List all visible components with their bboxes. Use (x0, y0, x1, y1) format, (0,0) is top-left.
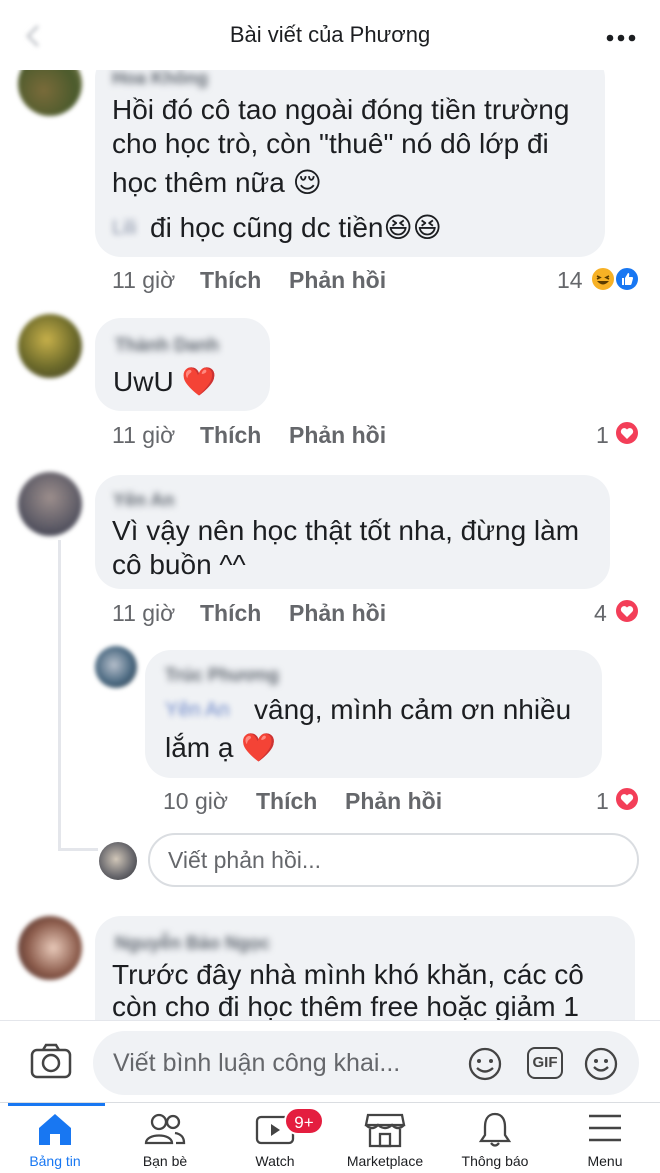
reaction-count[interactable]: 14 (557, 267, 583, 294)
like-button[interactable]: Thích (200, 600, 261, 627)
like-button[interactable]: Thích (256, 788, 317, 815)
reaction-count[interactable]: 1 (596, 788, 609, 815)
avatar (99, 842, 137, 880)
like-button[interactable]: Thích (200, 267, 261, 294)
comment-time: 11 giờ (112, 422, 176, 448)
avatar[interactable] (18, 472, 82, 536)
reaction-count[interactable]: 4 (594, 600, 607, 627)
sticker-icon[interactable] (466, 1045, 504, 1088)
avatar[interactable] (18, 916, 82, 980)
tab-label: Watch (255, 1153, 295, 1169)
comment-time: 11 giờ (112, 267, 176, 293)
friends-icon (143, 1111, 187, 1152)
marketplace-icon (364, 1111, 406, 1154)
tab-marketplace[interactable]: Marketplace (330, 1103, 440, 1173)
comment-placeholder: Viết bình luận công khai... (113, 1049, 401, 1077)
comment-time: 10 giờ (163, 788, 228, 814)
comment-text-line: UwU ❤️ (113, 366, 217, 397)
like-button[interactable]: Thích (200, 422, 261, 449)
emoji-icon[interactable] (582, 1045, 620, 1088)
comment-text-line: cho học trò, còn "thuê" nó dô lớp đi (112, 128, 549, 159)
tab-label: Bạn bè (142, 1153, 188, 1169)
comment-input[interactable]: Viết bình luận công khai... GIF (93, 1031, 639, 1095)
mention-link[interactable]: Yên An (165, 690, 230, 730)
like-reaction-icon (614, 266, 640, 292)
reply-text-line: lắm ạ ❤️ (165, 732, 277, 763)
comment-composer: Viết bình luận công khai... GIF (0, 1020, 660, 1102)
mention-link[interactable]: Lili (112, 208, 136, 248)
tab-notifications[interactable]: Thông báo (440, 1103, 550, 1173)
reply-button[interactable]: Phản hồi (345, 788, 442, 815)
heart-reaction-icon (614, 598, 640, 624)
tab-label: Menu (587, 1153, 623, 1169)
tab-friends[interactable]: Bạn bè (110, 1103, 220, 1173)
menu-icon (586, 1111, 624, 1150)
commenter-name[interactable]: Yên An (113, 490, 174, 511)
comment-text-line: đi học cũng dc tiền😆😆 (150, 212, 442, 243)
comment-text-line: cô buồn ^^ (112, 549, 246, 580)
reaction-count[interactable]: 1 (596, 422, 609, 449)
commenter-name[interactable]: Thành Danh (115, 335, 219, 356)
heart-reaction-icon (614, 786, 640, 812)
reply-text-line: vâng, mình cảm ơn nhiều (254, 694, 572, 725)
avatar[interactable] (18, 314, 82, 378)
more-options-icon[interactable] (606, 20, 636, 48)
thread-line (58, 848, 98, 851)
reply-button[interactable]: Phản hồi (289, 422, 386, 449)
reply-button[interactable]: Phản hồi (289, 600, 386, 627)
camera-icon[interactable] (30, 1043, 72, 1084)
gif-icon[interactable]: GIF (527, 1047, 563, 1079)
commenter-name[interactable]: Hoa Không (112, 68, 208, 89)
tab-news-feed[interactable]: Bảng tin (0, 1103, 110, 1173)
heart-reaction-icon (614, 420, 640, 446)
notification-badge: 9+ (284, 1107, 324, 1135)
reply-button[interactable]: Phản hồi (289, 267, 386, 294)
commenter-name[interactable]: Nguyễn Bảo Ngọc (115, 933, 270, 954)
top-bar: Bài viết của Phương (0, 0, 660, 70)
commenter-name[interactable]: Trúc Phương (165, 665, 279, 686)
comment-text-line: học thêm nữa 😌 (112, 167, 322, 198)
bell-icon (476, 1111, 514, 1154)
tab-watch[interactable]: 9+ Watch (220, 1103, 330, 1173)
tab-label: Bảng tin (29, 1153, 81, 1169)
tab-label: Marketplace (346, 1153, 424, 1169)
bottom-tab-bar: Bảng tin Bạn bè 9+ Watch Marketplace Thô… (0, 1102, 660, 1173)
comment-time: 11 giờ (112, 600, 176, 626)
home-icon (35, 1111, 75, 1152)
haha-reaction-icon (590, 266, 616, 292)
page-title: Bài viết của Phương (229, 22, 431, 47)
thread-line (58, 540, 61, 850)
reply-placeholder: Viết phản hồi... (168, 847, 322, 873)
reply-input[interactable]: Viết phản hồi... (148, 833, 639, 887)
tab-label: Thông báo (461, 1153, 529, 1169)
tab-menu[interactable]: Menu (550, 1103, 660, 1173)
comment-text-line: còn cho đi học thêm free hoặc giảm 1 (112, 991, 579, 1020)
comment-feed: Hoa Không Hồi đó cô tao ngoài đóng tiền … (0, 0, 660, 1020)
avatar[interactable] (95, 646, 137, 688)
